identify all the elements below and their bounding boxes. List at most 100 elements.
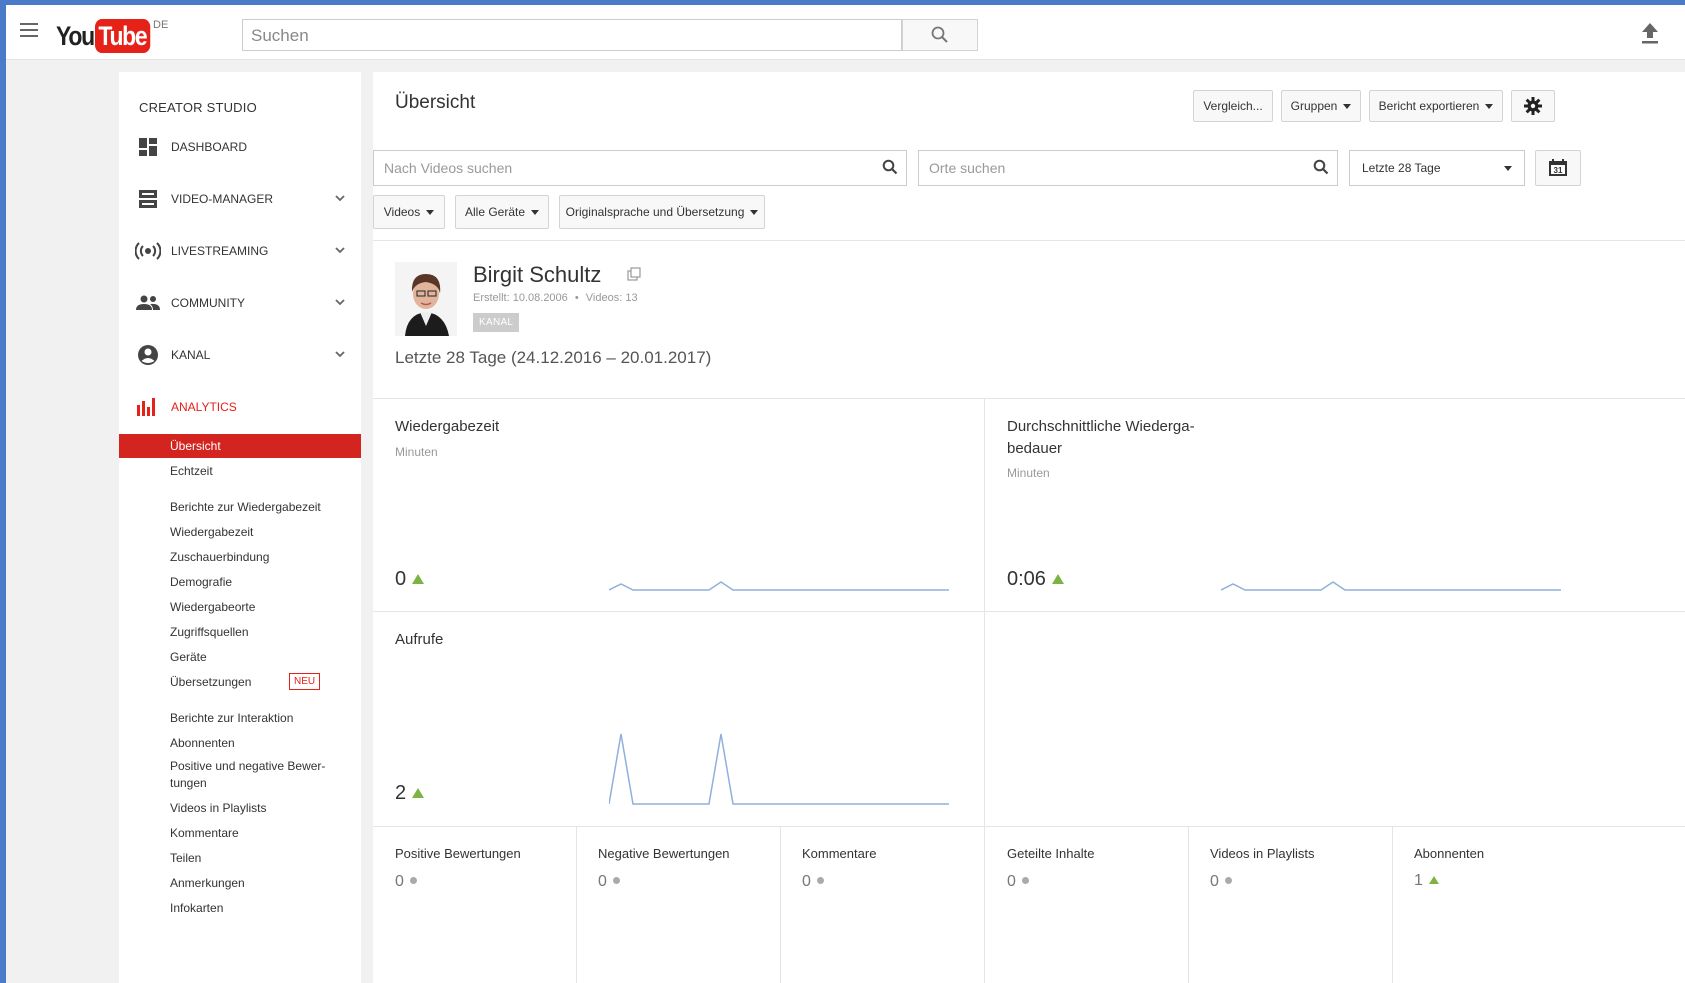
card-unit-watch-time: Minuten [395,445,438,459]
calendar-day: 31 [1554,166,1563,175]
value-text: 0 [395,873,404,890]
places-search-input[interactable]: Orte suchen [918,150,1338,186]
groups-button[interactable]: Gruppen [1281,90,1361,122]
stat-value-subscribers: 1 [1414,872,1439,890]
stat-value-playlists: 0 [1210,873,1232,891]
chevron-down-icon[interactable] [335,193,345,203]
stat-value-comments: 0 [802,873,824,891]
sidebar-subitem-zuschauerbindung[interactable]: Zuschauerbindung [119,545,361,569]
card-value-watch-time: 0 [395,568,425,591]
sidebar-item-community[interactable]: COMMUNITY [135,288,345,318]
sidebar-item-label: LIVESTREAMING [171,244,269,258]
sidebar-subitem-wiedergabeorte[interactable]: Wiedergabeorte [119,595,361,619]
livestream-icon [135,240,161,262]
card-title-views[interactable]: Aufrufe [395,629,443,651]
video-search-placeholder: Nach Videos suchen [384,160,513,176]
sidebar-subitem-demografie[interactable]: Demografie [119,570,361,594]
search-icon[interactable] [882,159,898,175]
external-link-icon[interactable] [627,267,641,281]
sidebar-item-kanal[interactable]: KANAL [135,340,345,370]
sidebar-item-dashboard[interactable]: DASHBOARD [135,132,345,162]
stat-label-subscribers[interactable]: Abonnenten [1414,846,1484,861]
sidebar-subitem-geraete[interactable]: Geräte [119,645,361,669]
sidebar-item-video-manager[interactable]: VIDEO-MANAGER [135,184,345,214]
app-frame: You Tube DE Suchen CREATOR STUDIO DASHBO… [6,5,1685,983]
main-panel: Übersicht Vergleich... Gruppen Bericht e… [373,72,1685,983]
sidebar-subitem-label: Übersetzungen [170,675,252,689]
period-select[interactable]: Letzte 28 Tage [1349,150,1525,186]
avatar[interactable] [395,262,457,336]
video-search-input[interactable]: Nach Videos suchen [373,150,907,186]
youtube-logo[interactable]: You Tube DE [56,19,168,53]
videos-filter-dropdown[interactable]: Videos [373,195,445,229]
divider [984,398,985,826]
sidebar-subitem-interaktion-reports[interactable]: Berichte zur Interaktion [119,706,361,730]
sidebar-subitem-wiedergabezeit[interactable]: Wiedergabezeit [119,520,361,544]
search-icon[interactable] [1313,159,1329,175]
caret-down-icon [750,209,759,215]
sidebar-subitem-teilen[interactable]: Teilen [119,846,361,870]
card-unit-avg-duration: Minuten [1007,466,1050,480]
stat-label-likes[interactable]: Positive Bewertungen [395,846,521,861]
sidebar-subitem-anmerkungen[interactable]: Anmerkungen [119,871,361,895]
hamburger-icon[interactable] [20,23,38,37]
language-filter-dropdown[interactable]: Originalsprache und Übersetzung [559,195,765,229]
divider [373,240,1685,241]
stat-label-playlists[interactable]: Videos in Playlists [1210,846,1315,861]
sidebar-item-label: VIDEO-MANAGER [171,192,274,206]
value-text: 0 [395,568,407,590]
sidebar-subitem-infokarten[interactable]: Infokarten [119,896,361,920]
sidebar-subitem-zugriffsquellen[interactable]: Zugriffsquellen [119,620,361,644]
divider [576,826,577,983]
export-label: Bericht exportieren [1378,99,1480,113]
divider [373,611,1685,612]
value-text: 0 [1007,873,1016,890]
search-button[interactable] [902,19,978,51]
caret-down-icon [1504,166,1512,171]
stat-value-dislikes: 0 [598,873,620,891]
account-icon [135,344,161,366]
search-input[interactable]: Suchen [242,19,902,51]
groups-label: Gruppen [1290,99,1338,113]
sidebar-subitem-wiedergabezeit-reports[interactable]: Berichte zur Wiedergabezeit [119,495,361,519]
sidebar-subitem-abonnenten[interactable]: Abonnenten [119,731,361,755]
sidebar-item-label: ANALYTICS [171,400,237,414]
calendar-button[interactable]: 31 [1535,150,1581,186]
sidebar-subitem-bewertungen-line2[interactable]: tungen [119,771,361,795]
stat-label-dislikes[interactable]: Negative Bewertungen [598,846,730,861]
chevron-down-icon[interactable] [335,245,345,255]
settings-button[interactable] [1511,90,1555,122]
sidebar-subitem-uebersetzungen[interactable]: Übersetzungen NEU [119,670,361,694]
sidebar-item-analytics[interactable]: ANALYTICS [135,392,345,422]
stat-label-comments[interactable]: Kommentare [802,846,876,861]
upload-icon[interactable] [1639,21,1661,45]
logo-tube: Tube [94,19,150,53]
sidebar-item-label: COMMUNITY [171,296,245,310]
value-text: 0 [1210,873,1219,890]
trend-up-icon [412,574,425,584]
sidebar-subitem-kommentare[interactable]: Kommentare [119,821,361,845]
compare-button[interactable]: Vergleich... [1193,90,1273,122]
sidebar-subitem-videos-in-playlists[interactable]: Videos in Playlists [119,796,361,820]
period-value: Letzte 28 Tage [1362,161,1441,175]
logo-country: DE [153,19,169,31]
channel-video-count: Videos: 13 [585,292,638,304]
page-title: Übersicht [395,92,476,113]
sidebar-subitem-ubersicht[interactable]: Übersicht [119,434,361,458]
card-title-line: bedauer [1007,440,1063,457]
chevron-down-icon[interactable] [335,349,345,359]
chevron-down-icon[interactable] [335,297,345,307]
card-title-avg-duration[interactable]: Durchschnittliche Wiederga- bedauer [1007,416,1195,460]
search-icon [931,26,948,43]
value-text: 1 [1414,872,1423,889]
devices-filter-dropdown[interactable]: Alle Geräte [455,195,549,229]
trend-up-icon [412,788,425,798]
sidebar-subitem-echtzeit[interactable]: Echtzeit [119,459,361,483]
card-title-watch-time[interactable]: Wiedergabezeit [395,416,499,438]
export-report-button[interactable]: Bericht exportieren [1369,90,1503,122]
divider [373,398,1685,399]
value-text: 0 [802,873,811,890]
channel-name[interactable]: Birgit Schultz [473,262,601,288]
sidebar-item-livestreaming[interactable]: LIVESTREAMING [135,236,345,266]
stat-label-shares[interactable]: Geteilte Inhalte [1007,846,1094,861]
